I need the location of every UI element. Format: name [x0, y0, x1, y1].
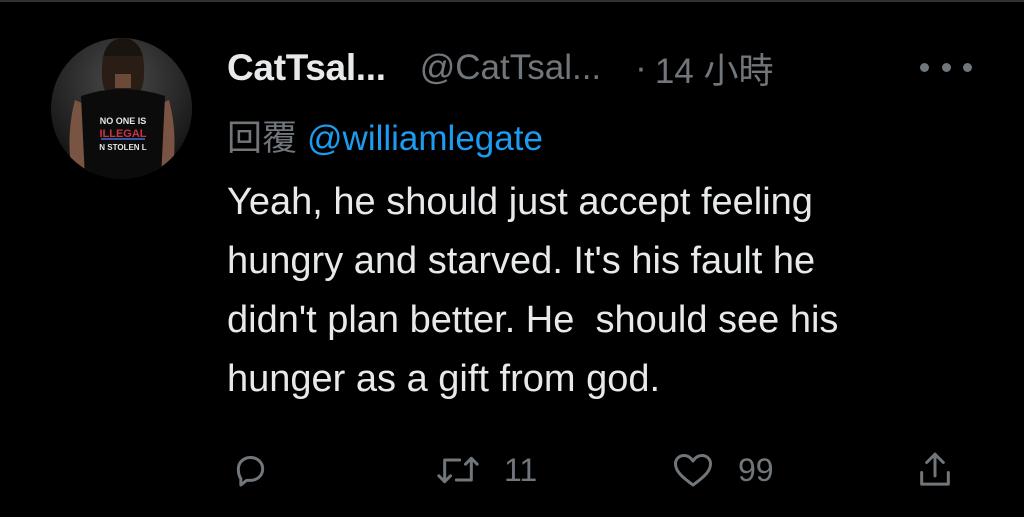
retweet-icon: [437, 456, 479, 484]
heart-icon: [674, 454, 712, 487]
avatar[interactable]: NO ONE IS ILLEGAL N STOLEN L: [51, 38, 192, 179]
reply-to-handle[interactable]: @williamlegate: [307, 119, 543, 158]
more-options-icon[interactable]: [920, 52, 972, 82]
timestamp[interactable]: 14 小時: [655, 43, 774, 94]
replying-to: 回覆 @williamlegate: [227, 110, 543, 161]
share-button[interactable]: [915, 440, 977, 500]
shirt-text-3: N STOLEN L: [99, 143, 147, 152]
retweet-count: 11: [504, 451, 538, 488]
share-icon: [920, 452, 950, 486]
shirt-text-1: NO ONE IS: [100, 116, 147, 126]
separator-dot: ·: [635, 48, 647, 87]
display-name[interactable]: CatTsal...: [227, 47, 386, 89]
tweet-header: CatTsal... @CatTsal... · 14 小時: [227, 38, 987, 98]
like-count: 99: [738, 451, 774, 488]
reply-icon: [236, 456, 265, 487]
reply-button[interactable]: [230, 440, 292, 500]
tweet-text: Yeah, he should just accept feeling hung…: [227, 181, 839, 400]
retweet-button[interactable]: 11: [434, 440, 537, 500]
reply-prefix: 回覆: [227, 119, 298, 158]
user-handle[interactable]: @CatTsal...: [420, 48, 601, 88]
tweet-card[interactable]: NO ONE IS ILLEGAL N STOLEN L CatTsal... …: [0, 0, 1024, 517]
avatar-image: NO ONE IS ILLEGAL N STOLEN L: [51, 38, 192, 179]
action-bar: 11 99: [0, 440, 1024, 500]
divider: [0, 0, 1024, 2]
like-button[interactable]: 99: [670, 440, 774, 500]
